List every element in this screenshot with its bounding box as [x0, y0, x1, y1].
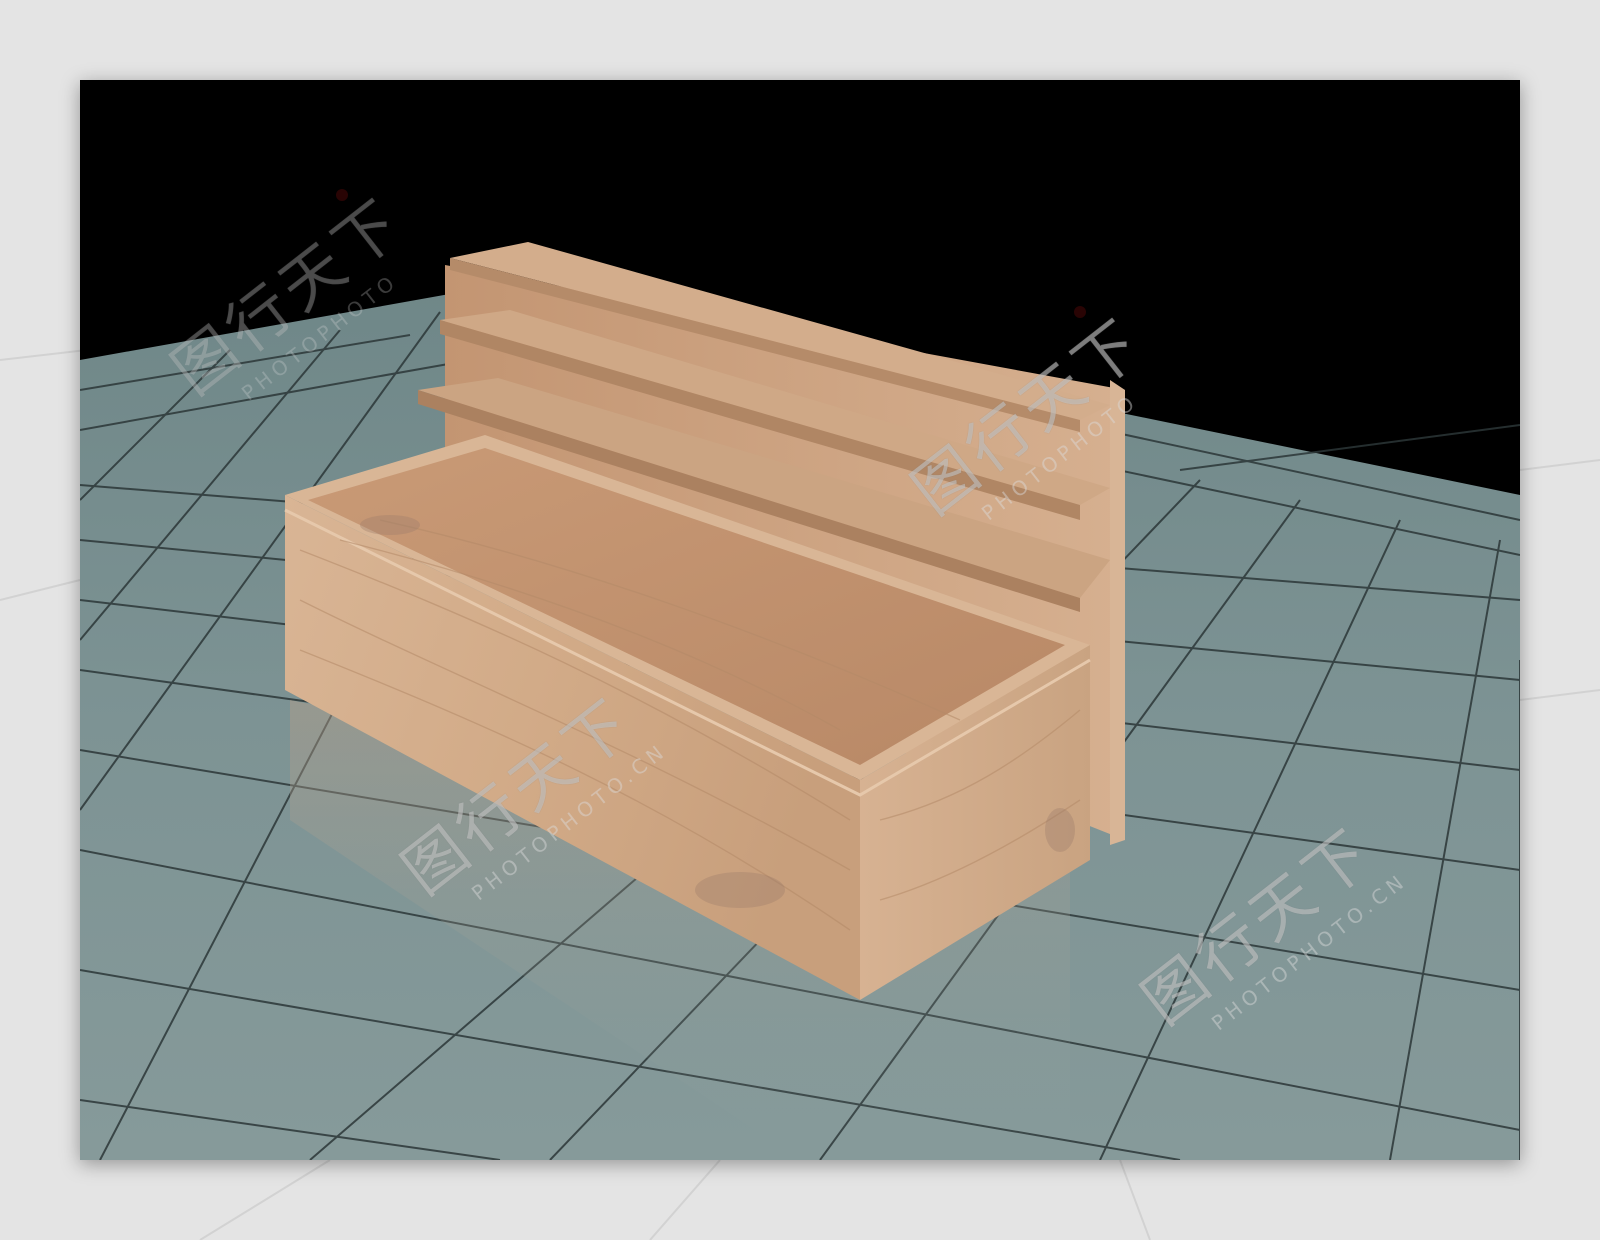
back-panel-edge — [1110, 380, 1125, 845]
render-viewport: 图行天下 PHOTOPHOTO.CN 图行天下 PHOTOPHOTO.CN 图行… — [80, 80, 1520, 1160]
render-scene — [80, 80, 1520, 1160]
